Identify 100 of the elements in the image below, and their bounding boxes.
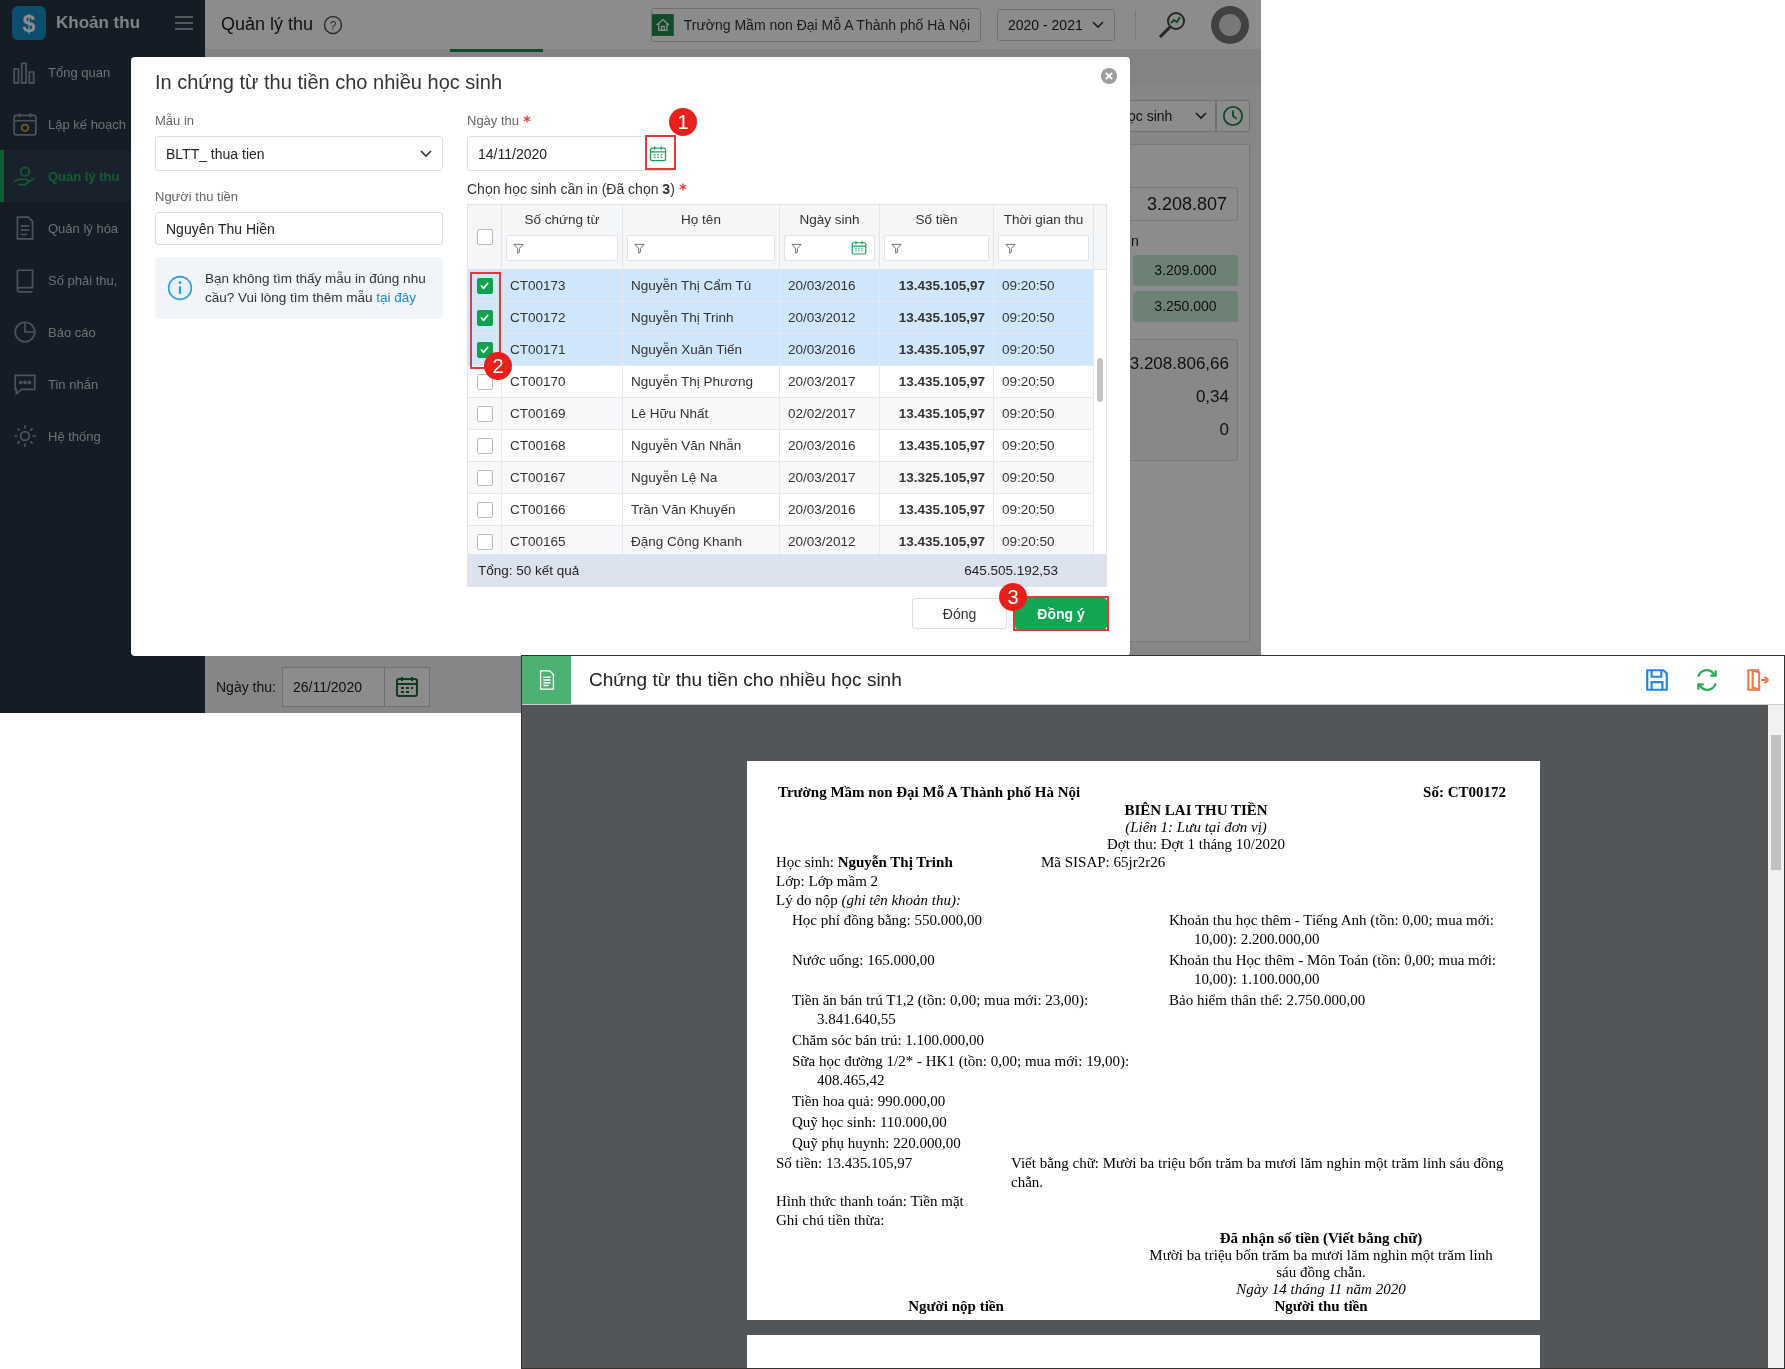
table-cell: 09:20:50 (1002, 470, 1055, 485)
collector-input[interactable]: Nguyên Thu Hiền (155, 212, 443, 245)
filter-field[interactable] (506, 235, 618, 261)
row-checkbox[interactable] (476, 469, 493, 486)
history-button[interactable] (1216, 100, 1250, 132)
table-cell: 13.435.105,97 (898, 534, 985, 549)
calendar-icon (12, 111, 38, 137)
table-cell: 13.435.105,97 (898, 406, 985, 421)
date-field[interactable]: 26/11/2020 (281, 666, 385, 707)
receipt-date: Ngày 14 tháng 11 năm 2020 (1236, 1281, 1406, 1298)
bar-chart-icon (12, 59, 38, 85)
chevron-down-icon (420, 149, 432, 158)
table-row[interactable]: CT00166 Trần Văn Khuyến 20/03/2016 13.435.105,97 09:20:50 (468, 494, 1094, 526)
column-header[interactable]: Số tiền (884, 205, 989, 235)
table-row[interactable]: CT00165 Đặng Công Khanh 20/03/2012 13.435.105,97 09:20:50 (468, 526, 1094, 554)
save-icon[interactable] (1644, 667, 1670, 693)
refresh-icon[interactable] (1694, 667, 1720, 693)
help-icon[interactable]: ? (323, 14, 344, 35)
calendar-button[interactable] (384, 666, 430, 707)
signer-title: Người thu tiền (1273, 1298, 1369, 1315)
column-header[interactable]: Thời gian thu (998, 205, 1089, 235)
filter-field[interactable] (998, 235, 1089, 261)
table-row[interactable]: CT00169 Lê Hữu Nhất 02/02/2017 13.435.105,97 09:20:50 (468, 398, 1094, 430)
table-cell: CT00169 (510, 406, 566, 421)
filter-field[interactable] (884, 235, 989, 261)
school-selector[interactable]: Trường Mầm non Đại Mỗ A Thành phố Hà Nội (651, 7, 981, 42)
row-checkbox[interactable] (476, 501, 493, 518)
close-button[interactable]: Đóng (912, 598, 1007, 629)
table-cell: Nguyễn Xuân Tiến (631, 342, 743, 357)
row-checkbox[interactable] (476, 277, 493, 294)
page-title: Quản lý thu (221, 14, 314, 35)
table-cell: 13.435.105,97 (898, 438, 985, 453)
signer-title: Người nộp tiền (907, 1298, 1005, 1315)
table-cell: 13.435.105,97 (898, 342, 985, 357)
amount-field: 3.250.000 (1133, 291, 1238, 322)
template-dropdown[interactable]: BLTT_ thua tien (155, 136, 443, 171)
chat-icon (12, 371, 38, 397)
close-icon[interactable] (1100, 67, 1118, 85)
summary-value: 3.208.806,66 (1129, 354, 1229, 374)
table-cell: 13.325.105,97 (898, 470, 985, 485)
received-words: Mười ba triệu bốn trăm ba mươi lăm nghin một trăm linh sáu đồng chẵn. (1148, 1247, 1494, 1281)
fee-item: Khoản thu học thêm - Tiếng Anh (tồn: 0,00; mua mới: 10,00): 2.200.000,00 (1169, 911, 1495, 949)
avatar-icon[interactable] (1210, 4, 1250, 45)
table-cell: 20/03/2016 (788, 342, 856, 357)
table-label: Chọn học sinh cần in (Đã chọn 3) (467, 181, 675, 197)
table-row[interactable]: CT00173 Nguyễn Thị Cẩm Tú 20/03/2016 13.435.105,97 09:20:50 (468, 270, 1094, 302)
scrollbar-thumb[interactable] (1771, 735, 1781, 870)
chevron-down-icon (1195, 112, 1207, 120)
table-cell: 09:20:50 (1002, 310, 1055, 325)
filter-field[interactable] (784, 235, 875, 261)
payment-method: Hình thức thanh toán: Tiền mặt (776, 1192, 965, 1211)
row-checkbox[interactable] (476, 405, 493, 422)
table-cell: Đặng Công Khanh (631, 534, 743, 549)
filter-icon (1005, 242, 1016, 254)
table-cell: CT00165 (510, 534, 566, 549)
summary-value: 0 (1219, 420, 1229, 440)
table-cell: Nguyễn Lệ Na (631, 470, 718, 485)
fee-item: Quỹ học sinh: 110.000,00 (792, 1113, 948, 1132)
received-title: Đã nhận số tiền (Viết bằng chữ) (1219, 1230, 1423, 1247)
menu-icon[interactable] (175, 16, 193, 30)
calendar-icon[interactable] (850, 239, 868, 257)
scrollbar-thumb[interactable] (1097, 358, 1103, 402)
fee-item: Quỹ phụ huynh: 220.000,00 (792, 1134, 962, 1153)
table-cell: 09:20:50 (1002, 534, 1055, 549)
row-checkbox[interactable] (476, 309, 493, 326)
row-checkbox[interactable] (476, 437, 493, 454)
row-checkbox[interactable] (476, 341, 493, 358)
table-cell: CT00170 (510, 374, 566, 389)
column-header[interactable]: Ngày sinh (784, 205, 875, 235)
sidebar-item[interactable]: Báo cáo (0, 306, 205, 358)
sidebar-item[interactable]: Tin nhắn (0, 358, 205, 410)
dialog-title: In chứng từ thu tiền cho nhiều học sinh (155, 70, 503, 95)
column-header[interactable]: Số chứng từ (506, 205, 618, 235)
highlight-frame (645, 135, 676, 170)
reason-text: Lý do nộp (ghi tên khoản thu): (776, 891, 962, 910)
total-count: Tổng: 50 kết quả (477, 562, 581, 578)
sidebar-item[interactable]: Hệ thống (0, 410, 205, 462)
school-year-dropdown[interactable]: 2020 - 2021 (997, 8, 1115, 41)
window-title: Chứng từ thu tiền cho nhiều học sinh (589, 669, 902, 691)
student-code: Mã SISAP: 65jr2r26 (1041, 853, 1166, 872)
class-text: Lớp: Lớp mầm 2 (776, 872, 880, 891)
column-header[interactable]: Họ tên (627, 205, 775, 235)
table-cell: Lê Hữu Nhất (631, 406, 709, 421)
field-label: Ngày thu (467, 113, 520, 129)
exit-icon[interactable] (1744, 667, 1770, 693)
table-row[interactable]: CT00167 Nguyễn Lệ Na 20/03/2017 13.325.105,97 09:20:50 (468, 462, 1094, 494)
fee-item: Bảo hiểm thân thể: 2.750.000,00 (1169, 991, 1367, 1010)
summary-value: 0,34 (1195, 387, 1229, 407)
filter-field[interactable] (627, 235, 775, 261)
sidebar-item[interactable]: Số phải thu, (0, 254, 205, 306)
table-cell: 20/03/2016 (788, 502, 856, 517)
table-cell: 20/03/2012 (788, 534, 856, 549)
table-row[interactable]: CT00172 Nguyễn Thị Trinh 20/03/2012 13.435.105,97 09:20:50 (468, 302, 1094, 334)
table-cell: Nguyễn Thị Cẩm Tú (631, 278, 752, 293)
change-note: Ghi chú tiền thừa: (776, 1211, 886, 1230)
fee-item: Sữa học đường 1/2* - HK1 (tồn: 0,00; mua mới: 19,00): 408.465,42 (792, 1052, 1131, 1090)
table-cell: 13.435.105,97 (898, 502, 985, 517)
row-checkbox[interactable] (476, 533, 493, 550)
select-all-checkbox[interactable] (476, 229, 493, 245)
table-row[interactable]: CT00168 Nguyễn Văn Nhẫn 20/03/2016 13.435.105,97 09:20:50 (468, 430, 1094, 462)
